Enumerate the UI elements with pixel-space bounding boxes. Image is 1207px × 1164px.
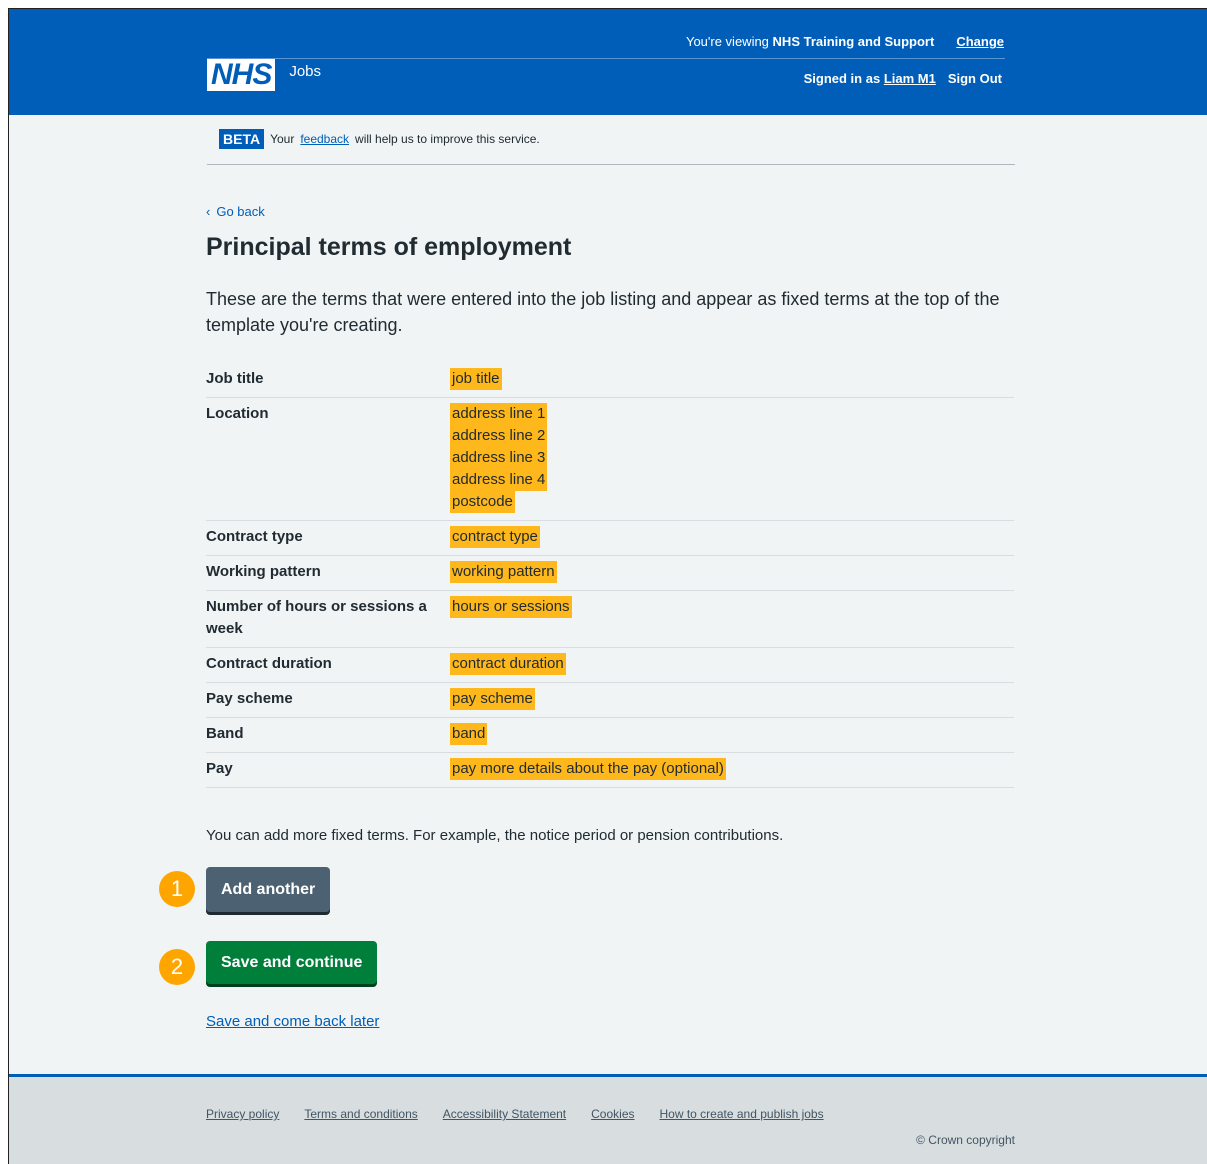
beta-banner: BETA Your feedback will help us to impro… — [219, 129, 540, 149]
org-switcher: You're viewing NHS Training and Support … — [686, 34, 1004, 49]
page-title: Principal terms of employment — [206, 233, 572, 261]
go-back-label: Go back — [216, 204, 265, 219]
sign-out-link[interactable]: Sign Out — [948, 71, 1002, 86]
more-terms-hint: You can add more fixed terms. For exampl… — [206, 827, 784, 844]
summary-key: Working pattern — [206, 555, 450, 591]
add-another-button[interactable]: Add another — [206, 867, 331, 912]
summary-key: Job title — [206, 363, 450, 398]
summary-row: Pay scheme pay scheme — [206, 682, 1014, 718]
summary-row: Job title job title — [206, 363, 1014, 398]
summary-row: Number of hours or sessions a week hours … — [206, 590, 1014, 648]
summary-row: Working pattern working pattern — [206, 555, 1014, 591]
placeholder-value: contract duration — [450, 653, 566, 675]
summary-value: contract type — [450, 520, 1014, 556]
summary-key: Band — [206, 717, 450, 753]
placeholder-value: pay more details about the pay (optional… — [450, 758, 726, 780]
beta-tag: BETA — [219, 129, 265, 149]
beta-text-after: will help us to improve this service. — [355, 132, 540, 146]
beta-divider — [207, 164, 1015, 165]
placeholder-value: address line 4 — [450, 469, 548, 491]
summary-key: Contract duration — [206, 647, 450, 683]
user-link[interactable]: Liam M1 — [884, 71, 936, 86]
chevron-left-icon: ‹ — [206, 204, 211, 219]
footer-link-accessibility[interactable]: Accessibility Statement — [443, 1107, 566, 1121]
viewing-text: You're viewing NHS Training and Support — [685, 34, 935, 49]
summary-key: Number of hours or sessions a week — [206, 590, 450, 648]
feedback-link[interactable]: feedback — [300, 132, 349, 146]
summary-row: Contract type contract type — [206, 520, 1014, 556]
nhs-jobs-logo[interactable]: NHS Jobs — [207, 59, 321, 91]
header-divider — [207, 58, 1005, 59]
save-and-continue-button[interactable]: Save and continue — [206, 941, 378, 984]
change-org-link[interactable]: Change — [956, 34, 1004, 49]
summary-value: hours or sessions — [450, 590, 1014, 648]
footer-link-privacy[interactable]: Privacy policy — [206, 1107, 279, 1121]
page-lead: These are the terms that were entered in… — [206, 289, 1000, 335]
site-header: You're viewing NHS Training and Support … — [9, 9, 1207, 115]
footer-link-how-to[interactable]: How to create and publish jobs — [660, 1107, 824, 1121]
summary-value: working pattern — [450, 555, 1014, 591]
placeholder-value: address line 1 — [450, 403, 548, 425]
placeholder-value: job title — [450, 368, 502, 390]
placeholder-value: working pattern — [450, 561, 557, 583]
summary-row: Band band — [206, 717, 1014, 753]
placeholder-value: postcode — [450, 491, 515, 513]
terms-summary-list: Job title job title Location address line 1… — [206, 363, 1014, 788]
nhs-logo: NHS — [207, 59, 276, 91]
footer-link-terms[interactable]: Terms and conditions — [304, 1107, 417, 1121]
placeholder-value: address line 3 — [450, 447, 548, 469]
summary-row: Location address line 1 address line 2 addr… — [206, 397, 1014, 521]
summary-key: Pay scheme — [206, 682, 450, 718]
summary-value: job title — [450, 363, 1014, 398]
placeholder-value: address line 2 — [450, 425, 548, 447]
summary-key: Contract type — [206, 520, 450, 556]
save-and-come-back-later-link[interactable]: Save and come back later — [206, 1013, 379, 1030]
summary-row: Pay pay more details about the pay (optio… — [206, 752, 1014, 788]
copyright: © Crown copyright — [916, 1133, 1015, 1147]
placeholder-value: contract type — [450, 526, 540, 548]
site-footer: Privacy policy Terms and conditions Acce… — [9, 1074, 1207, 1164]
summary-value: pay scheme — [450, 682, 1014, 718]
summary-value: address line 1 address line 2 address line… — [450, 397, 1014, 521]
placeholder-value: hours or sessions — [450, 596, 572, 618]
summary-value: band — [450, 717, 1014, 753]
summary-row: Contract duration contract duration — [206, 647, 1014, 683]
summary-value: pay more details about the pay (optional… — [450, 752, 1014, 788]
placeholder-value: pay scheme — [450, 688, 535, 710]
beta-text-before: Your — [270, 132, 295, 146]
account-bar: Signed in as Liam M1 Sign Out — [804, 71, 1002, 86]
org-name: NHS Training and Support — [772, 34, 935, 49]
go-back-link[interactable]: ‹ Go back — [206, 204, 265, 219]
footer-link-cookies[interactable]: Cookies — [591, 1107, 634, 1121]
page-frame: You're viewing NHS Training and Support … — [8, 8, 1207, 1164]
summary-key: Location — [206, 397, 450, 521]
summary-value: contract duration — [450, 647, 1014, 683]
step-marker-2: 2 — [159, 949, 195, 985]
signed-in-text: Signed in as Liam M1 — [803, 71, 936, 86]
summary-key: Pay — [206, 752, 450, 788]
step-marker-1: 1 — [159, 871, 195, 907]
service-name: Jobs — [289, 62, 322, 80]
placeholder-value: band — [450, 723, 488, 745]
footer-links: Privacy policy Terms and conditions Acce… — [206, 1107, 824, 1121]
